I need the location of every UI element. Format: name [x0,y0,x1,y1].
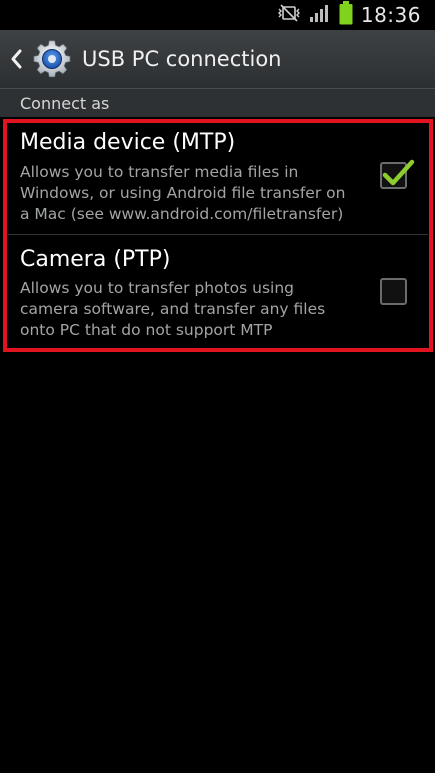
page-title: USB PC connection [82,47,282,71]
option-description-line: Allows you to transfer media files in [20,163,299,181]
option-camera-ptp[interactable]: Camera (PTP) Allows you to transfer phot… [0,235,435,350]
option-description: Allows you to transfer media files in Wi… [20,162,372,225]
option-media-device-mtp[interactable]: Media device (MTP) Allows you to transfe… [0,118,435,234]
section-header-label: Connect as [20,94,110,113]
section-header: Connect as [0,88,435,117]
option-description-line: a Mac (see www.android.com/filetransfer) [20,205,344,223]
status-icons: 18:36 [277,0,421,30]
status-time: 18:36 [360,3,421,27]
option-description-line: Allows you to transfer photos using [20,279,294,297]
option-description: Allows you to transfer photos using came… [20,278,372,341]
ptp-checkbox[interactable] [380,278,407,305]
checkmark-icon [380,156,416,194]
screen: 18:36 USB PC connection Connect as Media… [0,0,435,773]
battery-icon [339,1,353,29]
option-title: Camera (PTP) [20,247,171,272]
option-description-line: Windows, or using Android file transfer … [20,184,346,202]
option-description-line: onto PC that do not support MTP [20,321,273,339]
status-bar: 18:36 [0,0,435,30]
gear-icon[interactable] [32,39,72,79]
signal-icon [309,3,331,27]
mtp-checkbox[interactable] [380,159,415,189]
option-description-line: camera software, and transfer any files [20,300,326,318]
option-title: Media device (MTP) [20,130,236,155]
action-bar: USB PC connection [0,30,435,88]
mute-vibrate-icon [277,3,301,27]
chevron-left-icon[interactable] [6,44,26,74]
